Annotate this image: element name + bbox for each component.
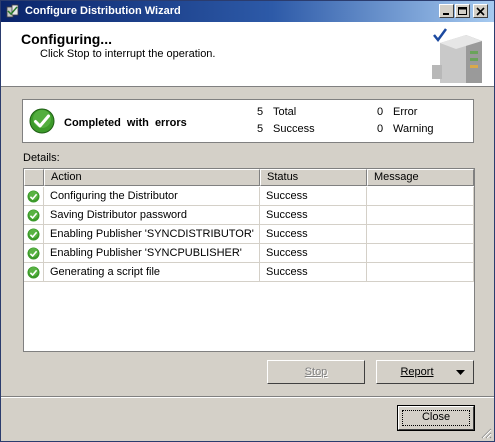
table-row[interactable]: Configuring the Distributor Success: [24, 187, 474, 206]
row-icon-cell: [24, 225, 44, 244]
minimize-icon: [443, 13, 449, 15]
row-icon-cell: [24, 263, 44, 282]
column-header-status[interactable]: Status: [260, 169, 367, 186]
row-icon-cell: [24, 206, 44, 225]
total-count: 5: [257, 106, 264, 118]
table-row[interactable]: Enabling Publisher 'SYNCPUBLISHER' Succe…: [24, 244, 474, 263]
table-row[interactable]: Generating a script file Success: [24, 263, 474, 282]
window-title: Configure Distribution Wizard: [25, 5, 181, 17]
row-icon-cell: [24, 244, 44, 263]
status-summary: Completed with errors 5 Total 5 Success …: [22, 99, 474, 143]
maximize-icon: [458, 7, 467, 15]
table-row[interactable]: Saving Distributor password Success: [24, 206, 474, 225]
success-label: Success: [273, 123, 315, 135]
resize-grip-icon[interactable]: [480, 427, 492, 439]
total-label: Total: [273, 106, 297, 118]
action-cell: Configuring the Distributor: [44, 187, 260, 206]
message-cell: [367, 263, 474, 282]
wizard-graphic-icon: [432, 28, 482, 83]
close-button[interactable]: Close: [397, 405, 475, 431]
details-label: Details:: [23, 152, 60, 164]
action-cell: Generating a script file: [44, 263, 260, 282]
dropdown-arrow-icon: [456, 370, 465, 375]
status-cell: Success: [260, 244, 367, 263]
title-bar[interactable]: Configure Distribution Wizard: [1, 1, 494, 22]
table-row[interactable]: Enabling Publisher 'SYNCDISTRIBUTOR' Suc…: [24, 225, 474, 244]
success-check-icon: [27, 266, 40, 279]
message-cell: [367, 225, 474, 244]
status-cell: Success: [260, 187, 367, 206]
action-cell: Enabling Publisher 'SYNCPUBLISHER': [44, 244, 260, 263]
message-cell: [367, 244, 474, 263]
page-subtitle: Click Stop to interrupt the operation.: [40, 48, 216, 60]
status-label: Completed with errors: [64, 117, 187, 129]
wizard-window: Configure Distribution Wizard Configurin…: [0, 0, 495, 442]
report-button[interactable]: Report: [376, 360, 474, 384]
action-cell: Saving Distributor password: [44, 206, 260, 225]
close-window-button[interactable]: [473, 4, 488, 18]
close-button-label: Close: [421, 411, 451, 423]
page-title: Configuring...: [21, 31, 112, 47]
success-count: 5: [257, 123, 264, 135]
success-check-icon: [27, 209, 40, 222]
success-check-icon: [29, 108, 55, 134]
warning-label: Warning: [393, 123, 434, 135]
maximize-button[interactable]: [455, 4, 470, 18]
success-check-icon: [27, 247, 40, 260]
error-label: Error: [393, 106, 418, 118]
message-cell: [367, 206, 474, 225]
close-icon: [476, 7, 485, 16]
warning-count: 0: [377, 123, 384, 135]
column-header-action[interactable]: Action: [44, 169, 260, 186]
status-cell: Success: [260, 206, 367, 225]
wizard-header: Configuring... Click Stop to interrupt t…: [1, 22, 494, 87]
success-check-icon: [27, 228, 40, 241]
action-cell: Enabling Publisher 'SYNCDISTRIBUTOR': [44, 225, 260, 244]
button-separator: [1, 396, 494, 398]
grid-header: Action Status Message: [24, 169, 474, 186]
row-icon-cell: [24, 187, 44, 206]
column-header-message[interactable]: Message: [367, 169, 474, 186]
success-check-icon: [27, 190, 40, 203]
details-grid: Action Status Message Configuring the Di…: [23, 168, 475, 352]
report-button-label: Report: [400, 366, 434, 378]
stop-button[interactable]: Stop: [267, 360, 365, 384]
stop-button-label: Stop: [304, 366, 328, 378]
status-cell: Success: [260, 225, 367, 244]
wizard-app-icon: [6, 4, 19, 18]
status-cell: Success: [260, 263, 367, 282]
minimize-button[interactable]: [439, 4, 454, 18]
message-cell: [367, 187, 474, 206]
error-count: 0: [377, 106, 384, 118]
icon-column-header[interactable]: [24, 169, 44, 186]
